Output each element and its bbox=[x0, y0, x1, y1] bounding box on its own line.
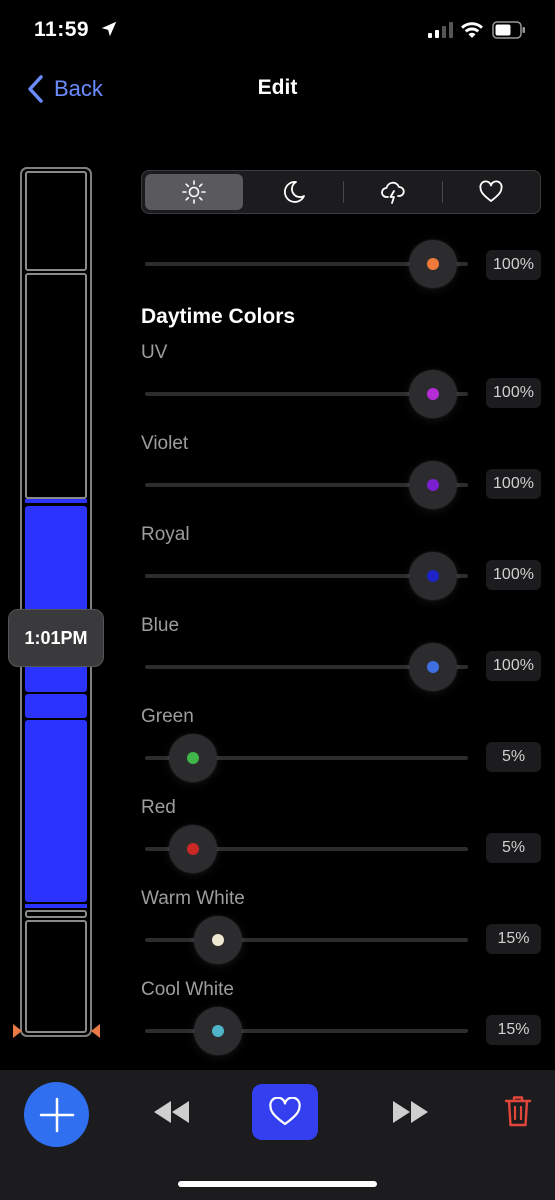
color-dot bbox=[186, 843, 199, 855]
add-button[interactable] bbox=[24, 1082, 89, 1147]
channel-label: Violet bbox=[141, 433, 189, 454]
timeline-segment[interactable] bbox=[25, 910, 87, 918]
location-arrow-icon bbox=[101, 21, 117, 37]
color-dot bbox=[211, 934, 224, 946]
slider-thumb[interactable] bbox=[168, 734, 217, 782]
channel-label: UV bbox=[141, 342, 168, 363]
slider-value: 100% bbox=[486, 651, 541, 681]
channel-slider-row: Violet 100% bbox=[141, 431, 541, 516]
channel-label: Warm White bbox=[141, 888, 245, 909]
channel-slider-row: Green 5% bbox=[141, 704, 541, 789]
channel-label: Cool White bbox=[141, 979, 234, 1000]
slider-value: 5% bbox=[486, 742, 541, 772]
home-indicator bbox=[178, 1181, 377, 1187]
slider-thumb[interactable] bbox=[193, 916, 242, 964]
intensity-slider-row: 100% bbox=[141, 240, 541, 288]
channel-label: Green bbox=[141, 706, 194, 727]
timeline-start-marker bbox=[13, 1024, 22, 1038]
slider-value: 100% bbox=[486, 469, 541, 499]
slider-value: 100% bbox=[486, 378, 541, 408]
favorite-button[interactable] bbox=[252, 1084, 318, 1140]
tab-daytime[interactable] bbox=[145, 174, 243, 210]
slider-value: 100% bbox=[486, 560, 541, 590]
channel-slider-row: Royal 100% bbox=[141, 522, 541, 607]
lightning-cloud-icon bbox=[380, 181, 405, 204]
battery-icon bbox=[492, 21, 525, 39]
slider-value: 15% bbox=[486, 924, 541, 954]
channel-slider-row: UV 100% bbox=[141, 340, 541, 425]
status-bar: 11:59 bbox=[0, 0, 555, 62]
slider-thumb[interactable] bbox=[409, 240, 457, 288]
channel-label: Royal bbox=[141, 524, 190, 545]
mode-segmented-control bbox=[141, 170, 541, 214]
channel-slider-row: Cool White 15% bbox=[141, 977, 541, 1062]
timeline-segment[interactable] bbox=[25, 171, 87, 271]
timeline-segment[interactable] bbox=[25, 904, 87, 908]
color-dot bbox=[211, 1025, 224, 1037]
schedule-timeline[interactable] bbox=[20, 167, 92, 1037]
trash-icon[interactable] bbox=[504, 1094, 532, 1128]
color-dot bbox=[427, 570, 439, 582]
cellular-signal-icon bbox=[428, 22, 453, 38]
slider-thumb[interactable] bbox=[409, 552, 457, 600]
color-dot bbox=[427, 388, 439, 400]
channel-slider-row: Red 5% bbox=[141, 795, 541, 880]
heart-icon bbox=[269, 1097, 301, 1126]
color-dot bbox=[427, 258, 439, 270]
tab-favorites[interactable] bbox=[443, 171, 541, 213]
slider-thumb[interactable] bbox=[409, 643, 457, 691]
slider-value: 100% bbox=[486, 250, 541, 280]
rewind-icon[interactable] bbox=[152, 1098, 192, 1126]
slider-value: 15% bbox=[486, 1015, 541, 1045]
timeline-segment[interactable] bbox=[25, 720, 87, 902]
color-dot bbox=[427, 479, 439, 491]
moon-icon bbox=[284, 181, 306, 203]
tab-nighttime[interactable] bbox=[246, 171, 344, 213]
heart-icon bbox=[479, 180, 503, 202]
channel-label: Red bbox=[141, 797, 176, 818]
section-title: Daytime Colors bbox=[141, 305, 296, 328]
channel-label: Blue bbox=[141, 615, 180, 636]
tab-storm[interactable] bbox=[344, 171, 442, 213]
timeline-segment[interactable] bbox=[25, 273, 87, 499]
current-time-badge[interactable]: 1:01PM bbox=[8, 609, 104, 667]
color-dot bbox=[427, 661, 439, 673]
status-time: 11:59 bbox=[34, 18, 90, 41]
channel-slider-row: Warm White 15% bbox=[141, 886, 541, 971]
fast-forward-icon[interactable] bbox=[390, 1098, 430, 1126]
sun-icon bbox=[181, 180, 206, 204]
color-dot bbox=[186, 752, 199, 764]
slider-thumb[interactable] bbox=[409, 461, 457, 509]
wifi-icon bbox=[461, 22, 483, 38]
edit-screen: 11:59 Back Edit 1:01PM 100% Daytime Colo… bbox=[0, 0, 555, 1200]
page-title: Edit bbox=[257, 76, 298, 99]
timeline-end-marker bbox=[91, 1024, 100, 1038]
plus-icon bbox=[39, 1097, 74, 1132]
timeline-segment[interactable] bbox=[25, 499, 87, 503]
slider-thumb[interactable] bbox=[168, 825, 217, 873]
slider-thumb[interactable] bbox=[409, 370, 457, 418]
slider-value: 5% bbox=[486, 833, 541, 863]
timeline-segment[interactable] bbox=[25, 920, 87, 1033]
channel-slider-row: Blue 100% bbox=[141, 613, 541, 698]
slider-thumb[interactable] bbox=[193, 1007, 242, 1055]
timeline-segment[interactable] bbox=[25, 694, 87, 718]
